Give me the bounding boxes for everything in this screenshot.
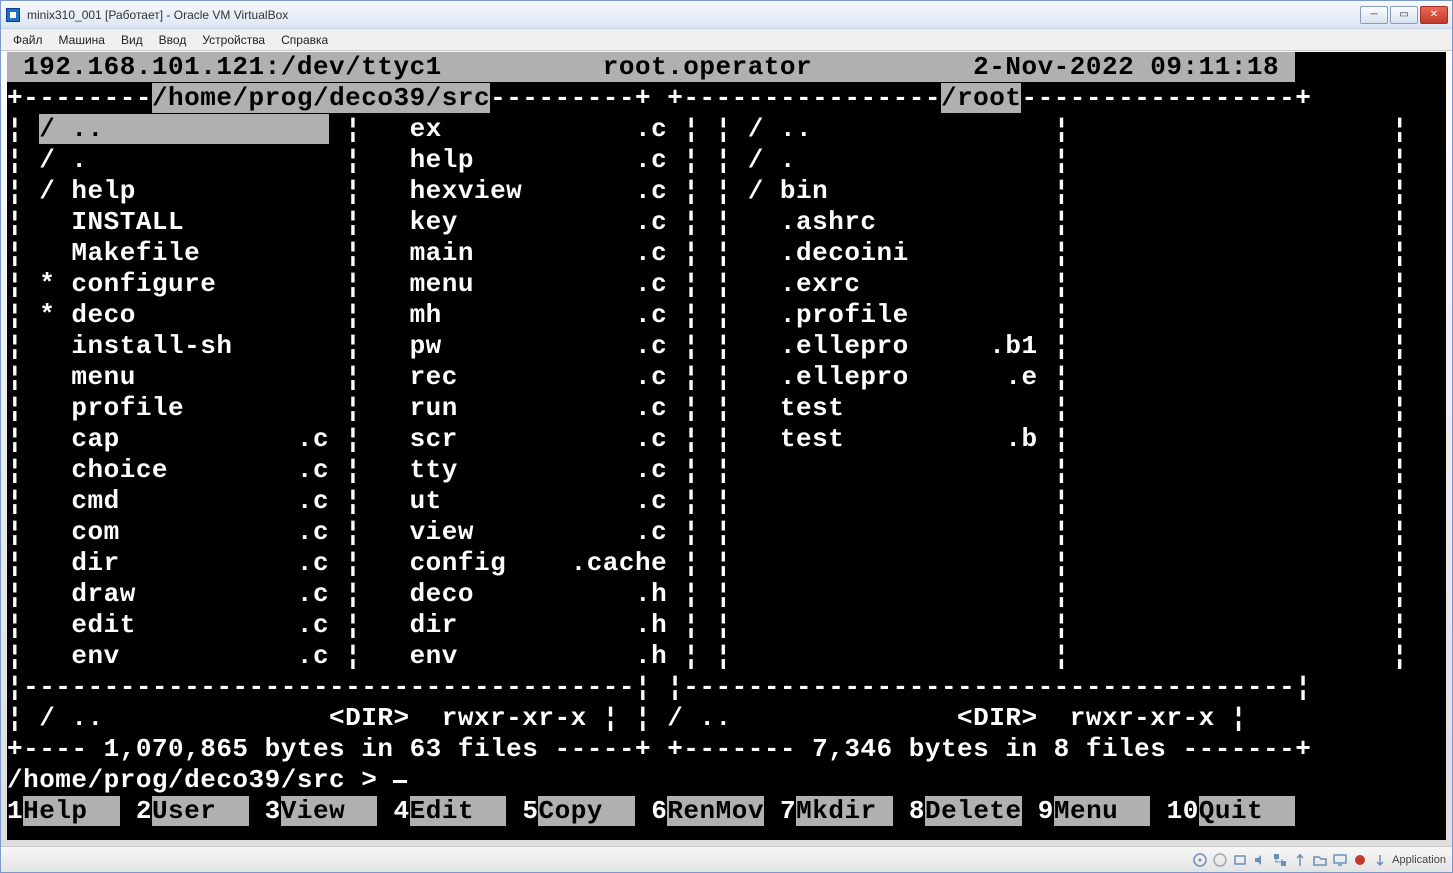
hard-disk-icon[interactable] [1192, 852, 1208, 868]
title-bar[interactable]: minix310_001 [Работает] - Oracle VM Virt… [1, 1, 1452, 29]
menu-devices[interactable]: Устройства [194, 31, 273, 49]
keyboard-indicator-icon[interactable] [1372, 852, 1388, 868]
virtualbox-window: minix310_001 [Работает] - Oracle VM Virt… [0, 0, 1453, 873]
recording-icon[interactable] [1352, 852, 1368, 868]
menu-machine[interactable]: Машина [51, 31, 113, 49]
virtualbox-icon [5, 7, 21, 23]
menu-input[interactable]: Ввод [151, 31, 195, 49]
menu-view[interactable]: Вид [113, 31, 151, 49]
close-button[interactable]: ✕ [1420, 6, 1448, 24]
hdd-activity-icon[interactable] [1232, 852, 1248, 868]
right-ctrl-label: Application [1392, 854, 1446, 866]
shared-folders-icon[interactable] [1312, 852, 1328, 868]
optical-drive-icon[interactable] [1212, 852, 1228, 868]
menu-bar[interactable]: Файл Машина Вид Ввод Устройства Справка [1, 29, 1452, 51]
usb-icon[interactable] [1292, 852, 1308, 868]
maximize-button[interactable]: ▭ [1390, 6, 1418, 24]
display-icon[interactable] [1332, 852, 1348, 868]
menu-help[interactable]: Справка [273, 31, 336, 49]
status-bar: Application [1, 846, 1452, 872]
minimize-button[interactable]: ─ [1360, 6, 1388, 24]
menu-file[interactable]: Файл [5, 31, 51, 49]
terminal-screen[interactable]: 192.168.101.121:/dev/ttyc1 root.operator… [7, 52, 1446, 840]
audio-icon[interactable] [1252, 852, 1268, 868]
window-title: minix310_001 [Работает] - Oracle VM Virt… [27, 8, 288, 22]
network-icon[interactable] [1272, 852, 1288, 868]
